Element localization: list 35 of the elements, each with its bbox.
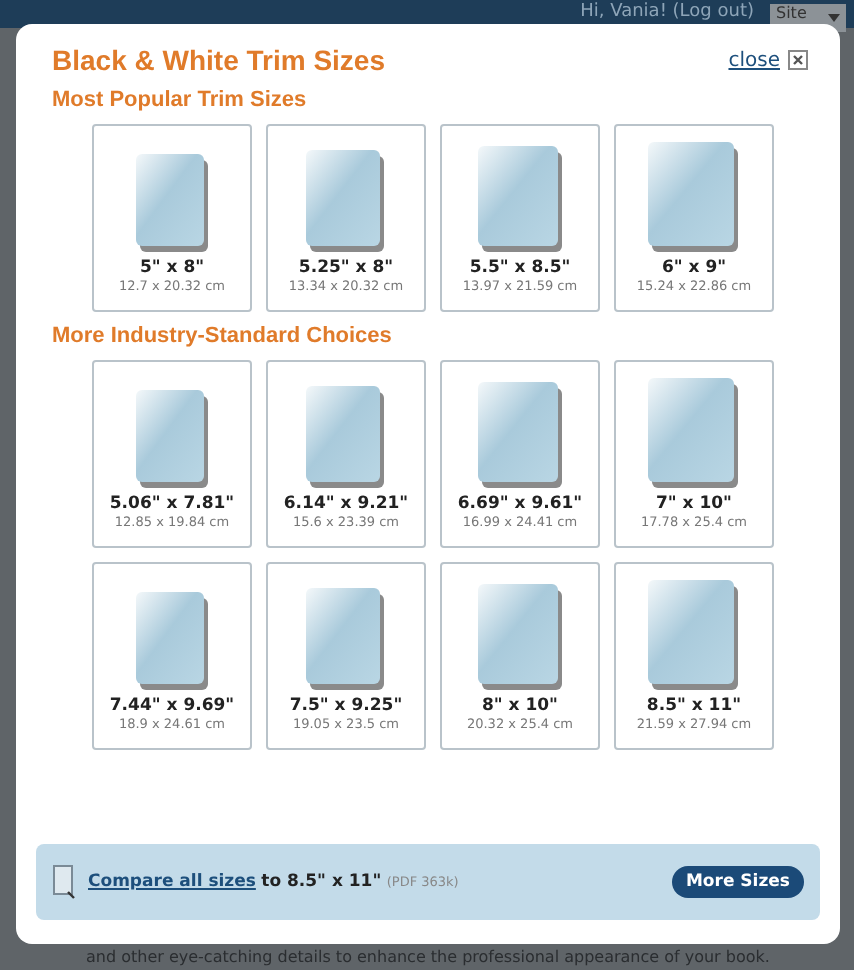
document-icon [52, 864, 76, 900]
book-icon [477, 146, 563, 252]
book-icon [306, 588, 386, 690]
book-icon [306, 150, 386, 252]
book-icon [477, 584, 563, 690]
book-icon [648, 580, 740, 690]
close-icon[interactable] [788, 50, 808, 70]
size-inches: 5" x 8" [139, 258, 205, 278]
book-icon [648, 142, 740, 252]
page-text: and other eye-catching details to enhance the professional appearance of your book. [86, 948, 770, 966]
size-inches: 7.44" x 9.69" [109, 696, 235, 716]
size-inches: 8.5" x 11" [646, 696, 742, 716]
dropdown-arrow-icon [828, 14, 840, 22]
user-greeting: Hi, Vania! (Log out) [580, 2, 754, 22]
size-inches: 6.69" x 9.61" [457, 494, 583, 514]
size-inches: 7.5" x 9.25" [289, 696, 403, 716]
size-inches: 5.5" x 8.5" [469, 258, 571, 278]
size-inches: 5.25" x 8" [298, 258, 394, 278]
section-heading: More Industry-Standard Choices [52, 324, 394, 348]
size-inches: 7" x 10" [655, 494, 732, 514]
book-icon [135, 390, 209, 488]
close-link[interactable]: close [728, 49, 780, 71]
book-icon [306, 386, 386, 488]
size-inches: 5.06" x 7.81" [109, 494, 235, 514]
size-inches: 6" x 9" [661, 258, 727, 278]
section-heading: Most Popular Trim Sizes [52, 88, 309, 112]
size-inches: 8" x 10" [481, 696, 558, 716]
book-icon [135, 154, 209, 252]
size-inches: 6.14" x 9.21" [283, 494, 409, 514]
compare-link[interactable]: Compare all sizes [88, 872, 256, 892]
more-sizes-button[interactable]: More Sizes [671, 866, 804, 898]
dialog-title: Black & White Trim Sizes [52, 44, 387, 76]
book-icon [648, 378, 740, 488]
book-icon [135, 592, 209, 690]
book-icon [477, 382, 563, 488]
